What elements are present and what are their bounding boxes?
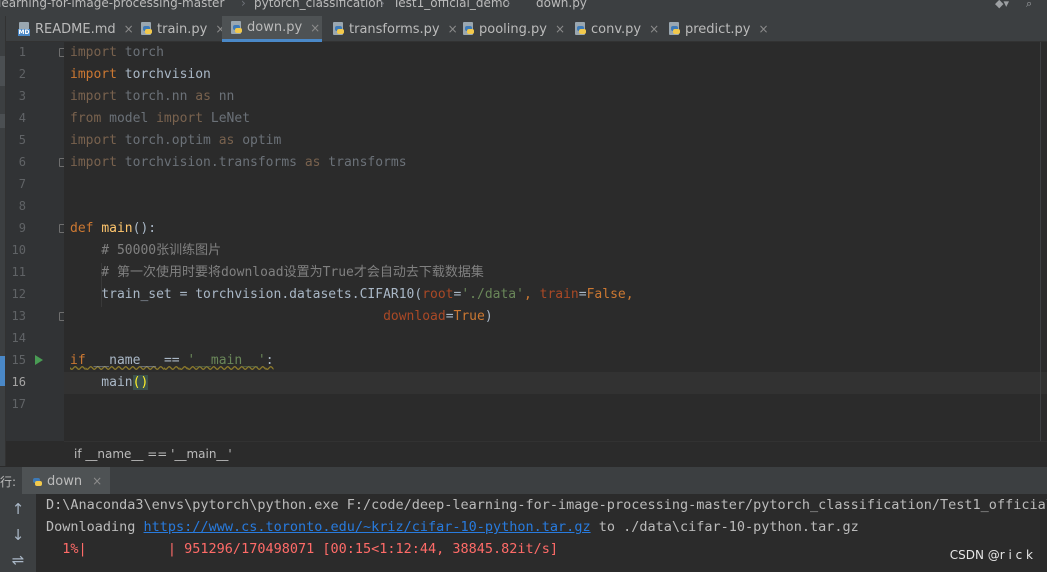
python-file-icon: [230, 20, 242, 35]
markdown-file-icon: MD: [18, 22, 30, 36]
code-line-4: from model import LeNet: [70, 111, 251, 126]
strip-tab[interactable]: [0, 56, 5, 86]
python-file-icon: [30, 474, 42, 488]
python-file-icon: [140, 22, 152, 36]
line-number: 9: [18, 221, 26, 235]
line-number: 1: [18, 45, 26, 59]
code-line-10: # 50000张训练图片: [70, 243, 222, 258]
code-editor[interactable]: import torch import torchvision import t…: [64, 42, 1047, 441]
code-line-12: train_set = torchvision.datasets.CIFAR10…: [70, 287, 634, 302]
tab-label: transforms.py: [349, 21, 440, 37]
close-icon[interactable]: ×: [555, 22, 565, 36]
arrow-up-icon[interactable]: ↑: [9, 500, 27, 518]
nav-crumb-project[interactable]: learning-for-image-processing-master: [0, 0, 224, 10]
nav-separator: ›: [506, 0, 511, 10]
close-icon[interactable]: ×: [759, 22, 769, 36]
console-line: D:\Anaconda3\envs\pytorch\python.exe F:/…: [46, 497, 1047, 513]
watermark: CSDN @r i c k: [949, 548, 1033, 562]
user-icon[interactable]: ◆▾: [995, 0, 1009, 10]
line-number: 14: [11, 331, 26, 345]
progress-line: 1%| | 951296/170498071 [00:15<1:12:44, 3…: [46, 541, 559, 557]
line-number: 6: [18, 155, 26, 169]
console-line: Downloading https://www.cs.toronto.edu/~…: [46, 519, 859, 535]
python-file-icon: [332, 22, 344, 36]
close-icon[interactable]: ×: [92, 474, 102, 488]
code-line-2: import torchvision: [70, 67, 211, 82]
code-line-16: main(): [70, 375, 149, 390]
soft-wrap-icon[interactable]: ⇌: [9, 551, 27, 569]
code-line-15: if __name__ == '__main__':: [70, 353, 274, 368]
search-icon[interactable]: ⌕: [1026, 0, 1032, 11]
arrow-down-icon[interactable]: ↓: [9, 526, 27, 544]
tab-predict[interactable]: predict.py ×: [660, 16, 769, 42]
code-line-3: import torch.nn as nn: [70, 89, 235, 104]
tab-label: train.py: [157, 21, 208, 37]
python-file-icon: [462, 22, 474, 36]
line-number: 8: [18, 199, 26, 213]
editor-gutter[interactable]: 1 2 3 4 5 6 7 8 9 10 11 12 13 14 15 16 1…: [6, 42, 68, 441]
tab-transforms[interactable]: transforms.py ×: [324, 16, 458, 42]
code-line-13: download=True): [383, 309, 493, 324]
line-number-current: 16: [11, 375, 26, 389]
line-number: 5: [18, 133, 26, 147]
line-number: 4: [18, 111, 26, 125]
console-output[interactable]: D:\Anaconda3\envs\pytorch\python.exe F:/…: [36, 494, 1047, 572]
close-icon[interactable]: ×: [649, 22, 659, 36]
code-line-9: def main():: [70, 221, 157, 236]
tab-pooling[interactable]: pooling.py ×: [454, 16, 565, 42]
run-tab-down[interactable]: down ×: [22, 467, 111, 495]
nav-crumb-file[interactable]: down.py: [536, 0, 587, 10]
line-number: 10: [11, 243, 26, 257]
code-line-6: import torchvision.transforms as transfo…: [70, 155, 407, 170]
caret-row-highlight: [64, 372, 1047, 394]
line-number: 11: [11, 265, 26, 279]
run-panel-title: 行:: [0, 475, 17, 489]
download-link[interactable]: https://www.cs.toronto.edu/~kriz/cifar-1…: [144, 519, 591, 535]
tab-label: README.md: [35, 21, 116, 37]
breadcrumb-item[interactable]: if __name__ == '__main__': [74, 447, 232, 461]
tab-train[interactable]: train.py ×: [132, 16, 225, 42]
nav-separator: ›: [241, 0, 246, 10]
tab-down[interactable]: down.py ×: [222, 16, 322, 42]
navigation-bar: learning-for-image-processing-master › p…: [0, 0, 1047, 16]
python-file-icon: [574, 22, 586, 36]
run-gutter-icon[interactable]: [35, 355, 43, 365]
tab-label: predict.py: [685, 21, 751, 37]
tab-label: pooling.py: [479, 21, 547, 37]
nav-crumb-folder[interactable]: pytorch_classification: [254, 0, 383, 10]
line-number: 12: [11, 287, 26, 301]
nav-crumb-subfolder[interactable]: Test1_official_demo: [393, 0, 510, 10]
run-panel-header: 行: down ×: [0, 466, 1047, 495]
code-line-1: import torch: [70, 45, 164, 60]
line-number: 13: [11, 309, 26, 323]
run-toolbar: ↑ ↓ ⇌: [0, 494, 36, 572]
line-number: 3: [18, 89, 26, 103]
tab-readme[interactable]: MD README.md ×: [10, 16, 134, 42]
tab-conv[interactable]: conv.py ×: [566, 16, 659, 42]
right-margin-guide: [1040, 42, 1041, 441]
code-line-5: import torch.optim as optim: [70, 133, 282, 148]
line-number: 15: [11, 353, 26, 367]
line-number: 2: [18, 67, 26, 81]
python-file-icon: [668, 22, 680, 36]
editor-tab-bar: MD README.md × train.py × down.py × tran…: [6, 16, 1047, 42]
tab-label: conv.py: [591, 21, 642, 37]
strip-tab[interactable]: [0, 114, 5, 128]
line-number: 17: [11, 397, 26, 411]
editor-breadcrumb: if __name__ == '__main__': [64, 441, 1047, 466]
line-number: 7: [18, 177, 26, 191]
strip-tab-active[interactable]: [0, 356, 5, 386]
code-line-11: # 第一次使用时要将download设置为True才会自动去下载数据集: [70, 265, 484, 280]
run-tab-label: down: [47, 473, 83, 489]
nav-separator: ›: [380, 0, 385, 10]
close-icon[interactable]: ×: [310, 21, 320, 35]
tab-label: down.py: [247, 20, 303, 35]
